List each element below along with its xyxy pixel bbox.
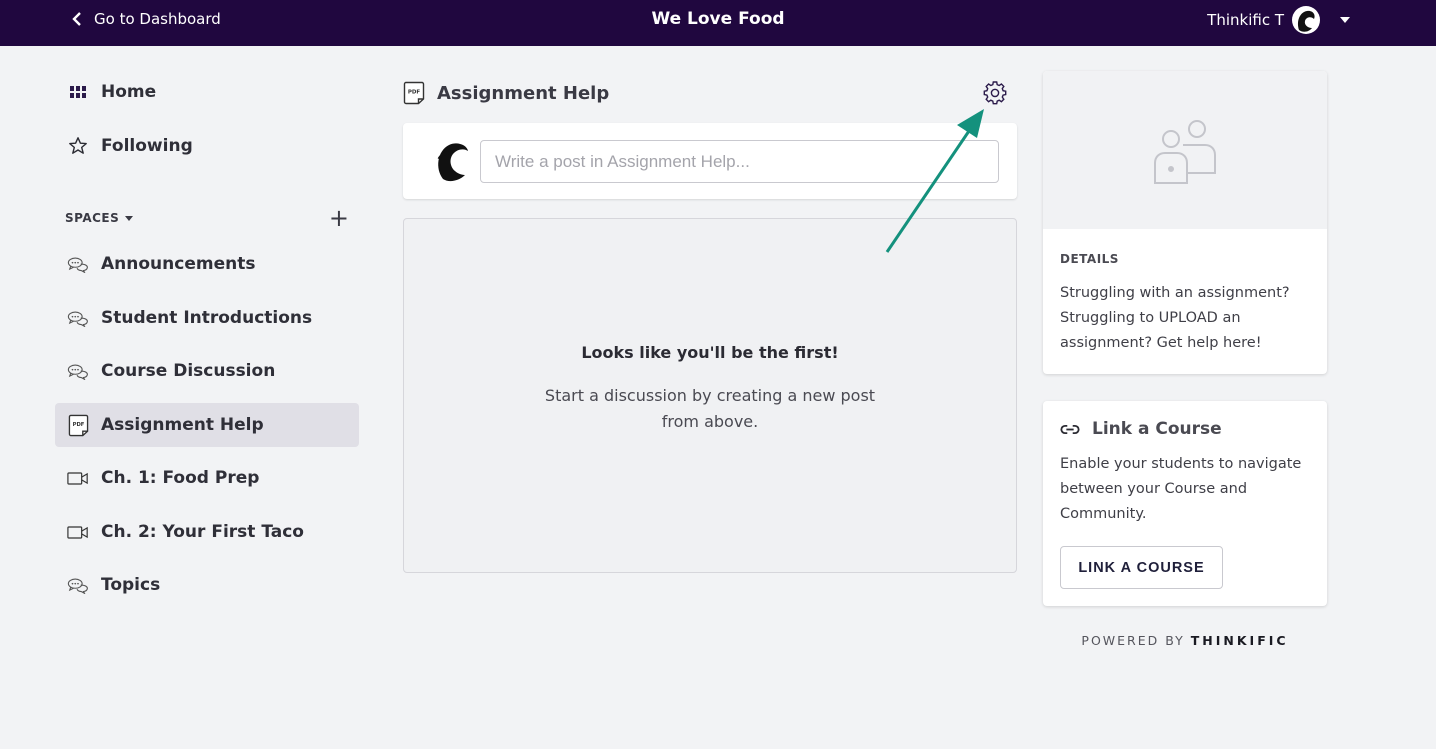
caret-down-icon (125, 215, 134, 221)
svg-text:PDF: PDF (408, 90, 421, 96)
brand-name: THINKIFIC (1190, 633, 1289, 648)
details-description: Struggling with an assignment? Strugglin… (1060, 285, 1290, 351)
spaces-dropdown[interactable]: SPACES (65, 211, 134, 225)
sidebar-item-following[interactable]: Following (55, 124, 359, 168)
powered-by-label: POWERED BY (1081, 633, 1185, 648)
chat-bubbles-icon (67, 253, 89, 275)
sidebar-item-student-introductions[interactable]: Student Introductions (55, 296, 359, 340)
page-title: Assignment Help (437, 82, 610, 104)
spaces-header: SPACES + (65, 206, 349, 230)
link-a-course-button[interactable]: LINK A COURSE (1060, 546, 1223, 589)
chat-bubbles-icon (67, 574, 89, 596)
post-composer (403, 123, 1017, 199)
link-course-card: Link a Course Enable your students to na… (1043, 401, 1327, 606)
pdf-icon: PDF (67, 414, 89, 436)
sidebar-item-label: Announcements (101, 254, 256, 274)
user-name: Thinkific T (1207, 11, 1284, 29)
grid-icon (67, 81, 89, 103)
link-course-header: Link a Course (1060, 419, 1222, 439)
go-to-dashboard-label: Go to Dashboard (94, 10, 221, 28)
sidebar-item-topics[interactable]: Topics (55, 563, 359, 607)
sidebar-item-label: Ch. 2: Your First Taco (101, 522, 304, 542)
sidebar-item-home[interactable]: Home (55, 70, 359, 114)
powered-by-footer[interactable]: POWERED BY THINKIFIC (1043, 633, 1327, 648)
sidebar-item-label: Home (101, 82, 157, 102)
avatar (1292, 6, 1320, 34)
avatar (437, 143, 468, 182)
video-icon (67, 521, 89, 543)
details-label: DETAILS (1060, 252, 1119, 266)
spaces-label: SPACES (65, 211, 120, 225)
sidebar-item-label: Following (101, 136, 193, 156)
sidebar-item-label: Topics (101, 575, 161, 595)
details-card: DETAILS Struggling with an assignment? S… (1043, 71, 1327, 374)
go-to-dashboard-link[interactable]: Go to Dashboard (70, 10, 221, 28)
pdf-icon: PDF (403, 81, 425, 105)
sidebar-item-label: Course Discussion (101, 361, 276, 381)
link-icon (1060, 424, 1080, 434)
sidebar-item-ch2-your-first-taco[interactable]: Ch. 2: Your First Taco (55, 510, 359, 554)
chevron-left-icon (72, 12, 81, 26)
sidebar-item-course-discussion[interactable]: Course Discussion (55, 349, 359, 393)
chevron-down-icon (1340, 17, 1350, 23)
video-icon (67, 467, 89, 489)
gear-icon[interactable] (983, 81, 1007, 105)
add-space-button[interactable]: + (329, 206, 349, 230)
sidebar-item-announcements[interactable]: Announcements (55, 242, 359, 286)
link-course-title: Link a Course (1092, 419, 1222, 439)
sidebar-item-label: Ch. 1: Food Prep (101, 468, 260, 488)
space-header: PDF Assignment Help (403, 78, 1017, 108)
chat-bubbles-icon (67, 307, 89, 329)
sidebar-item-label: Student Introductions (101, 308, 313, 328)
link-course-description: Enable your students to navigate between… (1060, 456, 1302, 522)
user-menu[interactable]: Thinkific T (1207, 6, 1350, 34)
people-icon (1154, 120, 1216, 184)
site-title[interactable]: We Love Food (651, 9, 784, 29)
empty-state-text: Start a discussion by creating a new pos… (544, 386, 876, 431)
top-bar: Go to Dashboard We Love Food Thinkific T (0, 0, 1436, 46)
empty-state: Looks like you'll be the first! Start a … (403, 218, 1017, 573)
star-icon (67, 135, 89, 157)
sidebar-item-assignment-help[interactable]: PDF Assignment Help (55, 403, 359, 447)
sidebar-item-ch1-food-prep[interactable]: Ch. 1: Food Prep (55, 456, 359, 500)
details-banner (1043, 71, 1327, 229)
new-post-input[interactable] (480, 140, 999, 183)
chat-bubbles-icon (67, 360, 89, 382)
sidebar-item-label: Assignment Help (101, 415, 264, 435)
empty-state-title: Looks like you'll be the first! (581, 343, 839, 362)
svg-text:PDF: PDF (72, 421, 84, 427)
